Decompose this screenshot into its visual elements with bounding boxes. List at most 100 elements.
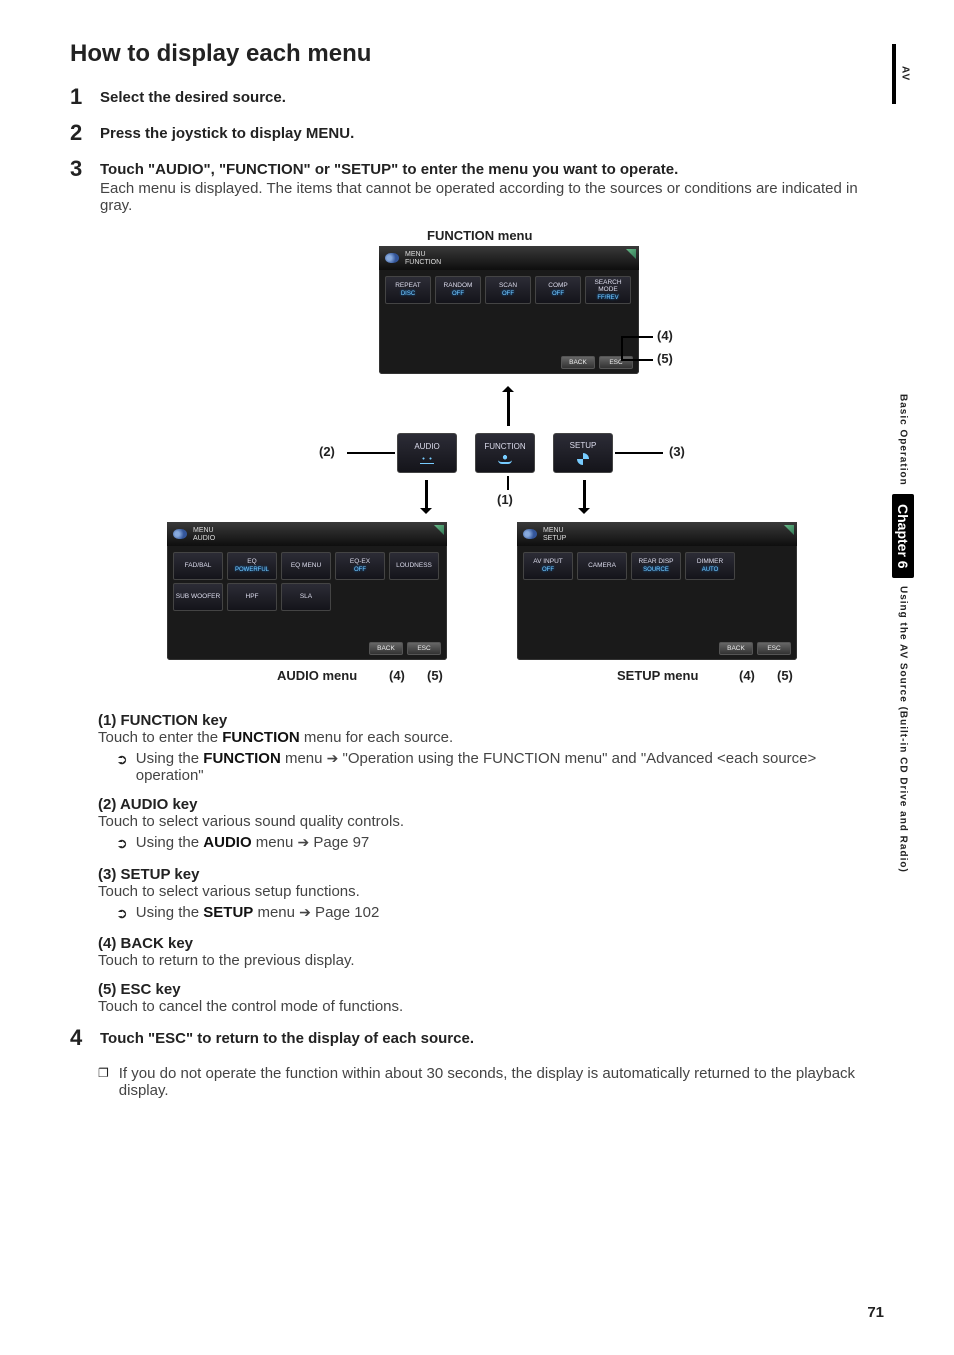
callout-3: (3) [669, 444, 685, 459]
leader-line [621, 359, 653, 361]
t: AUDIO [203, 834, 251, 851]
audio-menu-caption: AUDIO menu [277, 668, 357, 683]
setup-key-label: SETUP [570, 441, 597, 450]
function-button-row: REPEATDISCRANDOMOFFSCANOFFCOMPOFFSEARCH … [379, 270, 639, 304]
screen-button[interactable]: CAMERA [577, 552, 627, 580]
step-1-title: Select the desired source. [100, 89, 884, 106]
setup-button-row: AV INPUTOFFCAMERAREAR DISPSOURCEDIMMERAU… [517, 546, 797, 580]
step-4-title: Touch "ESC" to return to the display of … [100, 1030, 884, 1047]
back-button[interactable]: BACK [561, 356, 595, 369]
key-head: (5) ESC key [98, 981, 844, 998]
ref-text: Using the SETUP menu ➔ Page 102 [136, 904, 844, 921]
screen-button[interactable]: SEARCH MODEFF/REV [585, 276, 631, 304]
note-icon: ❐ [98, 1063, 109, 1099]
key-esc: (5) ESC key Touch to cancel the control … [98, 981, 844, 1015]
tab-av: AV [892, 44, 914, 104]
tab-basic-operation: Basic Operation [898, 394, 909, 486]
arrow-down-icon [425, 480, 428, 510]
step-4-note: ❐ If you do not operate the function wit… [70, 1063, 884, 1099]
screen-button[interactable]: SUB WOOFER [173, 583, 223, 611]
audio-button-row-2: SUB WOOFERHPFSLA [167, 580, 447, 611]
key-desc: Touch to select various sound quality co… [98, 813, 844, 830]
screen-button[interactable]: EQPOWERFUL [227, 552, 277, 580]
step-2: 2 Press the joystick to display MENU. [70, 122, 884, 144]
t: menu [281, 750, 327, 767]
callout-4: (4) [389, 668, 405, 683]
function-icon [498, 454, 512, 464]
audio-key[interactable]: AUDIO [397, 433, 457, 473]
setup-screen: MENUSETUP AV INPUTOFFCAMERAREAR DISPSOUR… [517, 522, 797, 660]
screen-button[interactable]: REPEATDISC [385, 276, 431, 304]
esc-button[interactable]: ESC [599, 356, 633, 369]
key-function: (1) FUNCTION key Touch to enter the FUNC… [98, 712, 844, 784]
function-key[interactable]: FUNCTION [475, 433, 535, 473]
back-button[interactable]: BACK [369, 642, 403, 655]
screen-header: MENUSETUP [517, 522, 797, 546]
setup-icon [577, 453, 589, 465]
setup-key[interactable]: SETUP [553, 433, 613, 473]
note-text: If you do not operate the function withi… [119, 1065, 884, 1099]
arrow-right-icon: ➔ [327, 750, 339, 766]
screen-button[interactable]: AV INPUTOFF [523, 552, 573, 580]
cross-ref: ➲ Using the AUDIO menu ➔ Page 97 [98, 834, 844, 854]
t: menu [253, 904, 299, 921]
callout-2: (2) [319, 444, 335, 459]
screen-button[interactable]: EQ-EXOFF [335, 552, 385, 580]
menu-diagram: FUNCTION menu MENUFUNCTION REPEATDISCRAN… [117, 228, 837, 698]
ref-text: Using the FUNCTION menu ➔ "Operation usi… [136, 750, 844, 784]
key-head: (2) AUDIO key [98, 796, 844, 813]
screen-button[interactable]: FAD/BAL [173, 552, 223, 580]
screen-header: MENUAUDIO [167, 522, 447, 546]
t: menu [252, 834, 298, 851]
t: Touch to enter the [98, 729, 222, 746]
ref-text: Using the AUDIO menu ➔ Page 97 [136, 834, 844, 851]
screen-button[interactable]: EQ MENU [281, 552, 331, 580]
screen-button[interactable]: REAR DISPSOURCE [631, 552, 681, 580]
side-tabs: AV Basic Operation Chapter 6 Using the A… [892, 44, 914, 873]
t: Using the [136, 834, 204, 851]
step-3-desc: Each menu is displayed. The items that c… [100, 180, 884, 214]
screen-button[interactable]: SLA [281, 583, 331, 611]
screen-button[interactable]: COMPOFF [535, 276, 581, 304]
reference-icon: ➲ [116, 834, 128, 854]
step-number: 4 [70, 1027, 88, 1049]
leader-line [347, 452, 395, 454]
arrow-down-icon [583, 480, 586, 510]
screen-button[interactable]: DIMMERAUTO [685, 552, 735, 580]
key-setup: (3) SETUP key Touch to select various se… [98, 866, 844, 924]
function-screen: MENUFUNCTION REPEATDISCRANDOMOFFSCANOFFC… [379, 246, 639, 374]
callout-5: (5) [657, 351, 673, 366]
esc-button[interactable]: ESC [407, 642, 441, 655]
hdr-menu: MENU [543, 527, 566, 534]
function-menu-caption: FUNCTION menu [427, 228, 532, 243]
tab-using-av-source: Using the AV Source (Built-in CD Drive a… [898, 586, 909, 873]
step-3: 3 Touch "AUDIO", "FUNCTION" or "SETUP" t… [70, 158, 884, 214]
callout-5: (5) [777, 668, 793, 683]
step-number: 2 [70, 122, 88, 144]
leader-line [621, 336, 623, 360]
screen-header: MENUFUNCTION [379, 246, 639, 270]
esc-button[interactable]: ESC [757, 642, 791, 655]
hdr-menu: MENU [405, 251, 441, 258]
tab-chapter: Chapter 6 [892, 494, 914, 579]
step-2-post: . [350, 125, 354, 142]
footer-buttons: BACK ESC [369, 642, 441, 655]
t: SETUP [203, 904, 253, 921]
back-button[interactable]: BACK [719, 642, 753, 655]
screen-button[interactable]: HPF [227, 583, 277, 611]
step-2-bold: MENU [306, 125, 350, 142]
t: FUNCTION [203, 750, 281, 767]
leader-line [507, 476, 509, 490]
t: Page 97 [309, 834, 369, 851]
audio-key-label: AUDIO [414, 442, 439, 451]
screen-button[interactable]: RANDOMOFF [435, 276, 481, 304]
step-number: 1 [70, 86, 88, 108]
callout-1: (1) [497, 492, 513, 507]
screen-button[interactable]: LOUDNESS [389, 552, 439, 580]
key-desc: Touch to return to the previous display. [98, 952, 844, 969]
callout-4: (4) [657, 328, 673, 343]
step-1: 1 Select the desired source. [70, 86, 884, 108]
leader-line [623, 336, 653, 338]
manual-page: AV Basic Operation Chapter 6 Using the A… [0, 0, 954, 1355]
screen-button[interactable]: SCANOFF [485, 276, 531, 304]
